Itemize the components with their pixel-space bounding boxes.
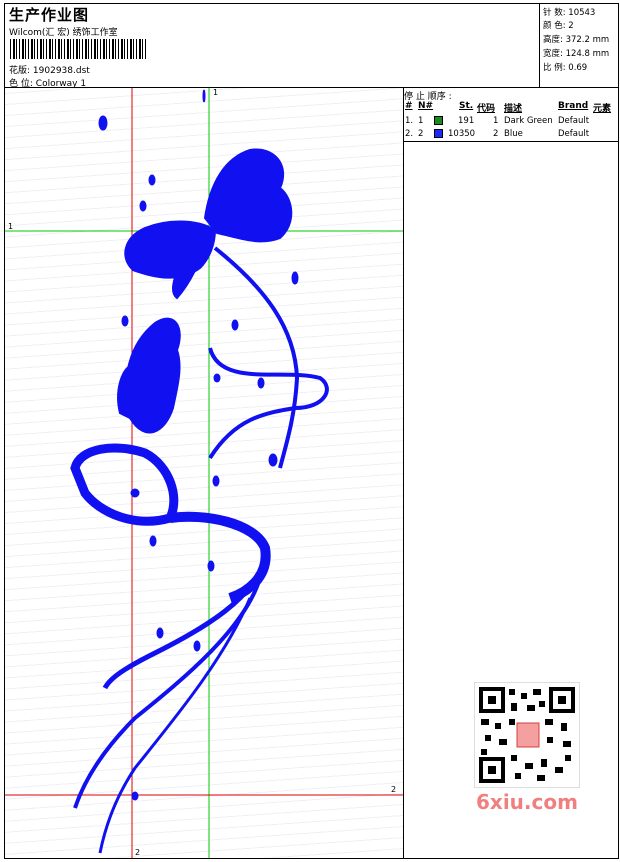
dot [291,271,299,285]
stat-label: 颜 色: [543,21,566,31]
stat-scale: 比 例: 0.69 [543,61,587,73]
dot [156,627,164,639]
dot [268,453,278,467]
embroidery-preview [5,88,403,858]
row-needle: 2 [418,129,424,139]
red-axis-label: 2 [391,785,397,794]
color-swatch-green [434,116,443,125]
col-brand: Brand [558,101,589,111]
studio-name: Wilcom(汇 宏) 绣饰工作室 [9,28,118,38]
stat-label: 针 数: [543,8,566,18]
green-axis-label: 1 [8,222,14,231]
dot [257,377,265,389]
header: 生产作业图 Wilcom(汇 宏) 绣饰工作室 花版: 1902938.dst … [6,4,536,89]
row-code: 2 [493,129,499,139]
row-brand: Default [558,116,590,126]
dot [98,115,108,131]
row-brand: Default [558,129,590,139]
swirl-loop [70,443,179,526]
stat-label: 高度: [543,35,563,45]
stat-label: 比 例: [543,63,566,73]
design-file-label: 花版: [9,66,31,76]
dot [121,315,129,327]
stat-colors: 颜 色: 2 [543,19,574,31]
row-index: 1. [405,116,414,126]
dot [148,174,156,186]
qr-code-graphic [479,687,575,783]
row-code: 1 [493,116,499,126]
dot [202,89,206,103]
watermark: 6xiu.com [476,790,578,814]
stat-label: 宽度: [543,49,563,59]
qr-code-icon [474,682,580,788]
green-axis-label-top: 1 [213,88,219,97]
col-stitches: St. [459,101,474,111]
dot [213,373,221,383]
dot [131,791,139,801]
col-index: # [405,101,413,111]
red-axis-label-bottom: 2 [135,848,141,857]
design-file-value: 1902938.dst [32,66,90,76]
col-needle: N# [418,101,434,111]
sheet-title: 生产作业图 [9,6,90,24]
table-divider [404,141,619,142]
stat-value: 372.2 mm [565,35,610,45]
dot [149,535,157,547]
dot [130,488,140,498]
embroidery-design [70,89,329,854]
col-description: 描述 [504,104,523,114]
barcode-icon [10,39,146,59]
dot [193,640,201,652]
design-canvas: 1 1 2 2 [5,88,403,858]
dot [139,200,147,212]
swirl-tail-1 [102,557,268,690]
stat-value: 0.69 [568,63,588,73]
col-element: 元素 [593,104,612,114]
dot [212,475,220,487]
stat-width: 宽度: 124.8 mm [543,47,609,59]
row-index: 2. [405,129,414,139]
row-description: Blue [504,129,523,139]
color-swatch-blue [434,129,443,138]
swirl-tail-3 [98,597,252,854]
row-description: Dark Green [504,116,553,126]
row-stitches: 191 [458,116,475,126]
design-file: 花版: 1902938.dst [9,63,90,76]
stats-panel: 针 数: 10543 颜 色: 2 高度: 372.2 mm 宽度: 124.8… [539,3,620,87]
row-stitches: 10350 [448,129,476,139]
swirl-upper [208,347,329,460]
stat-height: 高度: 372.2 mm [543,33,609,45]
dot [207,560,215,572]
upper-butterfly-wing [203,148,293,243]
dot [231,319,239,331]
stat-value: 2 [568,21,574,31]
row-needle: 1 [418,116,424,126]
stat-stitches: 针 数: 10543 [543,6,595,18]
stat-value: 124.8 mm [565,49,610,59]
col-code: 代码 [477,104,496,114]
swirl-tail-2 [73,577,262,809]
stat-value: 10543 [568,8,596,18]
